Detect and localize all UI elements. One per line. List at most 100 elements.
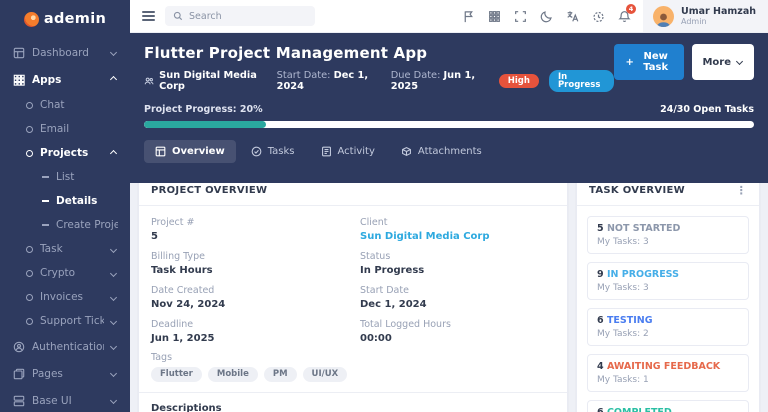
dash-icon [42, 176, 49, 177]
user-avatar [653, 6, 674, 27]
main-area: 4 Umar Hamzah Admin Flutter Project Mana… [130, 0, 768, 412]
tab-overview[interactable]: Overview [144, 140, 236, 163]
sidebar-item-pages[interactable]: Pages [0, 360, 130, 387]
chevron-down-icon [110, 397, 117, 404]
search-box [165, 6, 315, 26]
more-button[interactable]: More [692, 44, 754, 80]
people-icon [144, 76, 154, 86]
chevron-down-icon [110, 245, 117, 252]
stat-testing[interactable]: 6 TESTING My Tasks: 2 [587, 308, 749, 346]
chevron-down-icon [110, 49, 117, 56]
kebab-menu-icon[interactable]: ⋮ [736, 185, 747, 196]
sidebar-item-base-ui[interactable]: Base UI [0, 387, 130, 412]
tag-pill: Mobile [208, 367, 258, 382]
client-link[interactable]: Sun Digital Media Corp [360, 231, 555, 242]
notification-count-badge: 4 [626, 4, 636, 14]
sidebar-nav: Dashboard Apps Chat Email Projects [0, 39, 130, 412]
chevron-down-icon [110, 343, 117, 350]
project-progress-label: Project Progress: 20% [144, 104, 263, 115]
hamburger-menu-icon[interactable] [142, 11, 155, 21]
circle-icon [26, 246, 33, 253]
open-tasks-count: 24/30 Open Tasks [660, 104, 754, 115]
descriptions-label: Descriptions [151, 403, 555, 412]
client-name: Sun Digital Media Corp [159, 70, 267, 92]
apps-grid-icon[interactable] [481, 3, 507, 29]
tag-pill: PM [264, 367, 297, 382]
user-menu[interactable]: Umar Hamzah Admin [643, 0, 768, 32]
client-chip[interactable]: Sun Digital Media Corp [144, 70, 267, 92]
field-deadline: Deadline Jun 1, 2025 [151, 319, 346, 344]
attachments-box-icon [401, 146, 412, 157]
fullscreen-icon[interactable] [507, 3, 533, 29]
translate-icon[interactable] [559, 3, 585, 29]
sidebar-item-create-project[interactable]: Create Project [0, 213, 130, 237]
plus-icon: + [626, 57, 634, 68]
tag-pill: Flutter [151, 367, 202, 382]
priority-badge: High [499, 74, 539, 88]
circle-icon [26, 270, 33, 277]
tab-activity[interactable]: Activity [310, 140, 386, 163]
task-overview-title: TASK OVERVIEW [589, 185, 685, 196]
topbar-actions: 4 Umar Hamzah Admin [455, 0, 768, 32]
user-name: Umar Hamzah [681, 6, 756, 17]
sidebar-item-authentication[interactable]: Authentication [0, 333, 130, 360]
field-total-logged-hours: Total Logged Hours 00:00 [360, 319, 555, 344]
chevron-up-icon [110, 76, 117, 83]
field-client: Client Sun Digital Media Corp [360, 217, 555, 242]
field-date-created: Date Created Nov 24, 2024 [151, 285, 346, 310]
timer-icon[interactable] [585, 3, 611, 29]
field-billing-type: Billing Type Task Hours [151, 251, 346, 276]
search-input[interactable] [189, 11, 299, 22]
activity-icon [321, 146, 332, 157]
dash-icon [42, 224, 49, 225]
field-start-date: Start Date Dec 1, 2024 [360, 285, 555, 310]
chevron-down-icon [110, 293, 117, 300]
sidebar-item-email[interactable]: Email [0, 117, 130, 141]
task-stats: 5 NOT STARTED My Tasks: 3 9 IN PROGRESS … [577, 206, 759, 412]
notifications-bell-icon[interactable]: 4 [611, 3, 637, 29]
sidebar-item-projects[interactable]: Projects [0, 141, 130, 165]
apps-grid-icon [12, 73, 25, 86]
stat-awaiting-feedback[interactable]: 4 AWAITING FEEDBACK My Tasks: 1 [587, 354, 749, 392]
brand-name: ademin [44, 11, 106, 27]
sidebar: ademin Dashboard Apps Chat Email [0, 0, 130, 412]
sidebar-item-projects-list[interactable]: List [0, 165, 130, 189]
overview-icon [155, 146, 166, 157]
tags-label: Tags [151, 352, 555, 363]
project-overview-card: PROJECT OVERVIEW Project # 5 Client Sun … [138, 175, 568, 412]
sidebar-item-apps[interactable]: Apps [0, 66, 130, 93]
pages-icon [12, 367, 25, 380]
new-task-button[interactable]: + New Task [614, 44, 685, 80]
moon-icon[interactable] [533, 3, 559, 29]
tab-attachments[interactable]: Attachments [390, 140, 493, 163]
project-progress-fill [144, 121, 266, 128]
content-area: PROJECT OVERVIEW Project # 5 Client Sun … [130, 175, 768, 412]
field-project-number: Project # 5 [151, 217, 346, 242]
stat-in-progress[interactable]: 9 IN PROGRESS My Tasks: 3 [587, 262, 749, 300]
due-date-label: Due Date: [391, 70, 441, 81]
brand-logo[interactable]: ademin [0, 0, 130, 39]
status-badge: In Progress [549, 70, 614, 92]
sidebar-item-task[interactable]: Task [0, 237, 130, 261]
sidebar-item-invoices[interactable]: Invoices [0, 285, 130, 309]
sidebar-item-support-tickets[interactable]: Support Tickets [0, 309, 130, 333]
stat-completed[interactable]: 6 COMPLETED My Tasks: 2 [587, 400, 749, 412]
sidebar-item-projects-details[interactable]: Details [0, 189, 130, 213]
tab-tasks[interactable]: Tasks [240, 140, 306, 163]
circle-icon [26, 318, 33, 325]
app-window: ademin Dashboard Apps Chat Email [0, 0, 768, 412]
stat-not-started[interactable]: 5 NOT STARTED My Tasks: 3 [587, 216, 749, 254]
project-meta: Sun Digital Media Corp Start Date: Dec 1… [144, 70, 614, 92]
sidebar-item-dashboard[interactable]: Dashboard [0, 39, 130, 66]
task-overview-card: TASK OVERVIEW ⋮ 5 NOT STARTED My Tasks: … [576, 175, 760, 412]
flag-icon[interactable] [455, 3, 481, 29]
chevron-up-icon [110, 149, 117, 156]
project-fields: Project # 5 Client Sun Digital Media Cor… [139, 206, 567, 352]
chevron-down-icon [110, 370, 117, 377]
sidebar-item-crypto[interactable]: Crypto [0, 261, 130, 285]
chevron-down-icon [110, 269, 117, 276]
brand-flame-icon [24, 12, 39, 27]
chevron-down-icon [736, 57, 743, 64]
circle-icon [26, 126, 33, 133]
sidebar-item-chat[interactable]: Chat [0, 93, 130, 117]
